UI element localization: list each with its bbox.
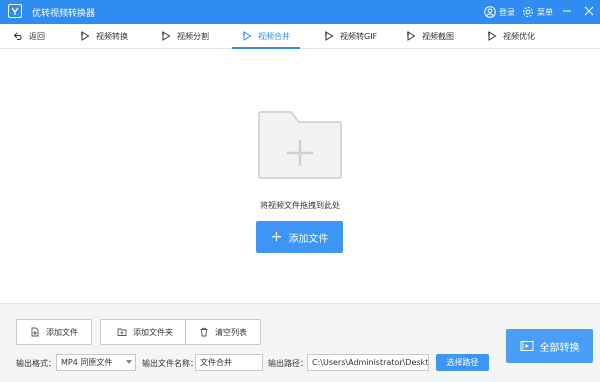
menu-button[interactable]: 菜单 [522,5,553,19]
empty-folder-icon [258,111,342,179]
function-tabs: 返回 视频转换 视频分割 视频合并 视频转GIF 视频截图 视频优化 [0,24,600,49]
chevron-down-icon [126,360,132,364]
play-icon [161,31,171,41]
plus-icon: + [270,229,283,245]
add-file-icon [31,327,39,337]
tab-video-split[interactable]: 视频分割 [161,28,209,44]
add-file-small-button[interactable]: 添加文件 [16,319,92,345]
add-file-button[interactable]: + 添加文件 [256,221,343,253]
title-bar: 优转视频转换器 登录 菜单 [0,0,600,24]
drop-hint: 将视频文件拖拽到此处 [260,201,340,210]
tab-video-merge[interactable]: 视频合并 [232,28,300,49]
back-icon [13,32,22,40]
output-path-label: 输出路径： [268,359,308,368]
app-title: 优转视频转换器 [32,9,96,19]
tab-video-convert[interactable]: 视频转换 [80,28,128,44]
clear-list-button[interactable]: 清空列表 [185,319,261,345]
login-button[interactable]: 登录 [484,5,515,19]
output-format-select[interactable]: MP4 同原文件 [56,354,136,371]
tab-video-optimize[interactable]: 视频优化 [487,28,535,44]
output-format-label: 输出格式： [16,359,56,368]
output-filename-value: 文件合并 [200,358,232,367]
tab-video-to-gif[interactable]: 视频转GIF [324,28,377,44]
user-icon [484,6,496,18]
tab-back[interactable]: 返回 [13,28,45,44]
convert-all-button[interactable]: 全部转换 [506,329,593,363]
tab-label: 返回 [29,31,45,41]
add-folder-button[interactable]: 添加文件夹 [100,319,190,345]
bottom-panel: 添加文件 添加文件夹 清空列表 输出格式： MP4 同原文件 输出文件名称： 文… [0,303,600,382]
tab-label: 视频优化 [503,31,535,41]
add-folder-icon [117,328,127,336]
output-filename-input[interactable]: 文件合并 [195,354,263,371]
menu-label: 菜单 [537,7,553,17]
login-label: 登录 [499,7,515,17]
play-icon [242,31,252,41]
app-logo-icon [8,4,22,18]
tab-label: 视频分割 [177,31,209,41]
tab-label: 视频转换 [96,31,128,41]
choose-path-button[interactable]: 选择路径 [436,354,489,371]
gear-icon [523,7,533,17]
minimize-icon[interactable] [562,6,572,16]
close-icon[interactable] [584,6,594,16]
tab-label: 视频转GIF [340,31,378,41]
add-folder-label: 添加文件夹 [133,327,173,337]
play-icon [406,31,416,41]
trash-icon [200,327,208,337]
tab-label: 视频合并 [258,31,290,41]
tab-video-screenshot[interactable]: 视频截图 [406,28,454,44]
tab-label: 视频截图 [422,31,454,41]
add-file-small-label: 添加文件 [46,327,78,337]
play-icon [487,31,497,41]
play-icon [324,31,334,41]
play-icon [80,31,90,41]
output-path-input[interactable]: C:\Users\Administrator\Desktop [307,354,429,371]
file-drop-zone[interactable]: 将视频文件拖拽到此处 + 添加文件 [0,49,600,302]
output-filename-label: 输出文件名称： [142,359,198,368]
output-format-value: MP4 同原文件 [61,358,113,367]
convert-all-label: 全部转换 [539,342,580,354]
output-path-value: C:\Users\Administrator\Desktop [312,358,429,367]
film-icon [520,341,533,351]
add-file-label: 添加文件 [288,233,329,245]
clear-list-label: 清空列表 [215,327,247,337]
